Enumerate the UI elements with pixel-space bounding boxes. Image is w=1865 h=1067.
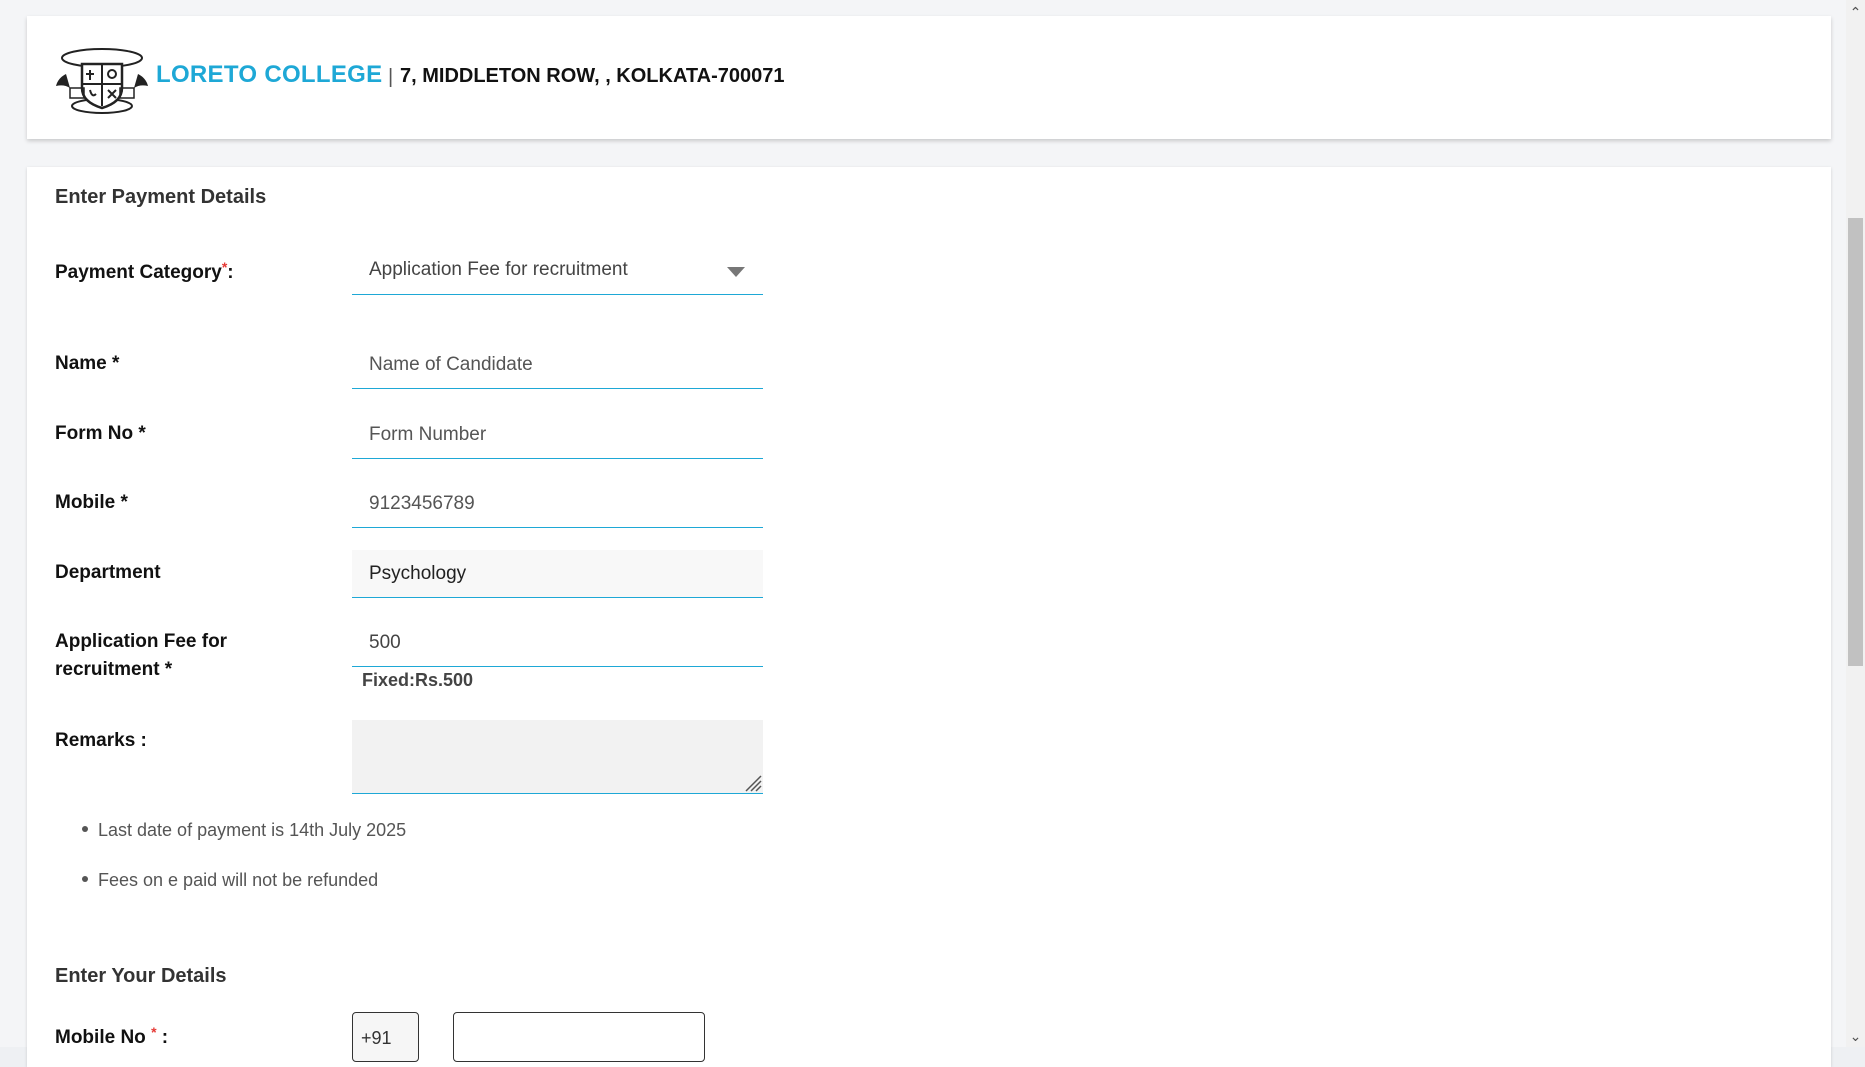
college-address: 7, MIDDLETON ROW, , KOLKATA-700071 [400, 65, 785, 87]
caret-down-icon[interactable] [727, 267, 745, 277]
fixed-fee-note: Fixed:Rs.500 [362, 670, 474, 690]
payment-category-label-text: Payment Category [55, 262, 222, 283]
resize-grip-icon[interactable] [742, 772, 762, 792]
remarks-textarea[interactable] [352, 720, 763, 794]
department-label: Department [55, 562, 161, 583]
college-name: LORETO COLLEGE [156, 61, 383, 88]
payment-form-card [27, 167, 1831, 1067]
chevron-up-icon[interactable]: ⌃ [1849, 5, 1862, 19]
form-no-input[interactable] [352, 411, 763, 458]
label-colon: : [227, 262, 234, 283]
scrollbar-thumb[interactable] [1848, 218, 1863, 666]
mobile-input[interactable] [352, 480, 763, 527]
note-text: Last date of payment is 14th July 2025 [98, 820, 407, 840]
name-field [352, 341, 763, 389]
department-input[interactable] [352, 550, 763, 597]
note-item: Last date of payment is 14th July 2025 [82, 820, 406, 841]
payment-category-value: Application Fee for recruitment [369, 259, 628, 280]
mobile-no-input[interactable] [453, 1012, 705, 1062]
bullet-icon [82, 876, 88, 883]
vertical-scrollbar[interactable]: ⌃ ⌄ [1846, 0, 1865, 1047]
fee-field [352, 619, 763, 667]
label-colon: : [156, 1027, 169, 1048]
bullet-icon [82, 826, 88, 833]
payment-category-label: Payment Category*: [55, 259, 234, 287]
chevron-down-icon[interactable]: ⌄ [1849, 1029, 1862, 1043]
department-field [352, 550, 763, 598]
required-star: * [151, 1024, 157, 1040]
remarks-label: Remarks : [55, 730, 147, 751]
mobile-field [352, 480, 763, 528]
fee-label-line1: Application Fee for [55, 631, 228, 652]
country-code-field[interactable]: +91 [352, 1012, 419, 1062]
note-item: Fees on e paid will not be refunded [82, 870, 378, 891]
mobile-no-label-text: Mobile No [55, 1027, 146, 1048]
form-no-field [352, 411, 763, 459]
fee-label-line2: recruitment * [55, 659, 173, 680]
details-section-title: Enter Your Details [55, 965, 227, 987]
note-text: Fees on e paid will not be refunded [98, 870, 379, 890]
payment-category-select[interactable]: Application Fee for recruitment [352, 247, 763, 295]
mobile-label: Mobile * [55, 492, 128, 513]
mobile-no-label: Mobile No * : [55, 1024, 168, 1052]
fee-input[interactable] [352, 619, 763, 666]
fee-label: Application Fee for recruitment * [55, 628, 227, 684]
payment-section-title: Enter Payment Details [55, 186, 267, 208]
name-input[interactable] [352, 341, 763, 388]
required-star: * [221, 259, 228, 275]
name-label: Name * [55, 353, 120, 374]
form-no-label: Form No * [55, 423, 146, 444]
header-separator: | [388, 66, 394, 88]
college-crest-logo [56, 48, 148, 114]
